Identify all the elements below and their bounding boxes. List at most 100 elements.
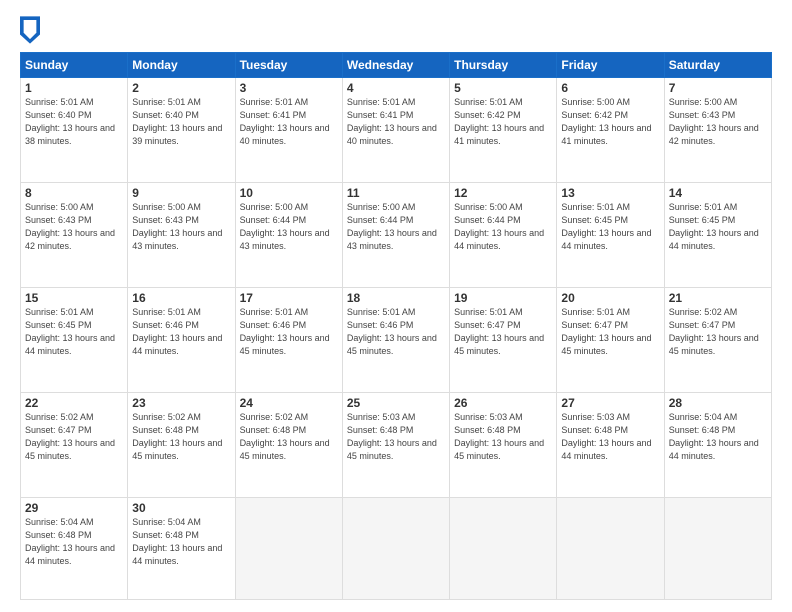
calendar-cell: 19Sunrise: 5:01 AMSunset: 6:47 PMDayligh…: [450, 287, 557, 392]
day-number: 23: [132, 396, 230, 410]
day-info: Sunrise: 5:00 AMSunset: 6:42 PMDaylight:…: [561, 96, 659, 148]
day-info: Sunrise: 5:00 AMSunset: 6:43 PMDaylight:…: [669, 96, 767, 148]
page: SundayMondayTuesdayWednesdayThursdayFrid…: [0, 0, 792, 612]
day-info: Sunrise: 5:02 AMSunset: 6:47 PMDaylight:…: [669, 306, 767, 358]
calendar-cell: 6Sunrise: 5:00 AMSunset: 6:42 PMDaylight…: [557, 78, 664, 183]
calendar-cell: 8Sunrise: 5:00 AMSunset: 6:43 PMDaylight…: [21, 182, 128, 287]
day-info: Sunrise: 5:00 AMSunset: 6:44 PMDaylight:…: [347, 201, 445, 253]
calendar-table: SundayMondayTuesdayWednesdayThursdayFrid…: [20, 52, 772, 600]
calendar-cell: [664, 497, 771, 599]
calendar-cell: 2Sunrise: 5:01 AMSunset: 6:40 PMDaylight…: [128, 78, 235, 183]
day-number: 5: [454, 81, 552, 95]
day-info: Sunrise: 5:03 AMSunset: 6:48 PMDaylight:…: [347, 411, 445, 463]
calendar-cell: 28Sunrise: 5:04 AMSunset: 6:48 PMDayligh…: [664, 392, 771, 497]
day-info: Sunrise: 5:01 AMSunset: 6:47 PMDaylight:…: [454, 306, 552, 358]
day-number: 26: [454, 396, 552, 410]
weekday-header: Saturday: [664, 53, 771, 78]
day-number: 28: [669, 396, 767, 410]
day-number: 15: [25, 291, 123, 305]
day-info: Sunrise: 5:04 AMSunset: 6:48 PMDaylight:…: [669, 411, 767, 463]
calendar-cell: 27Sunrise: 5:03 AMSunset: 6:48 PMDayligh…: [557, 392, 664, 497]
day-number: 13: [561, 186, 659, 200]
calendar-cell: [557, 497, 664, 599]
calendar-cell: 29Sunrise: 5:04 AMSunset: 6:48 PMDayligh…: [21, 497, 128, 599]
day-info: Sunrise: 5:01 AMSunset: 6:40 PMDaylight:…: [25, 96, 123, 148]
calendar-cell: 12Sunrise: 5:00 AMSunset: 6:44 PMDayligh…: [450, 182, 557, 287]
day-info: Sunrise: 5:01 AMSunset: 6:45 PMDaylight:…: [25, 306, 123, 358]
day-number: 17: [240, 291, 338, 305]
logo-icon: [20, 16, 40, 44]
calendar-cell: 18Sunrise: 5:01 AMSunset: 6:46 PMDayligh…: [342, 287, 449, 392]
weekday-header: Wednesday: [342, 53, 449, 78]
day-number: 4: [347, 81, 445, 95]
calendar-cell: 11Sunrise: 5:00 AMSunset: 6:44 PMDayligh…: [342, 182, 449, 287]
day-number: 25: [347, 396, 445, 410]
calendar-cell: 13Sunrise: 5:01 AMSunset: 6:45 PMDayligh…: [557, 182, 664, 287]
calendar-cell: 21Sunrise: 5:02 AMSunset: 6:47 PMDayligh…: [664, 287, 771, 392]
day-number: 8: [25, 186, 123, 200]
day-info: Sunrise: 5:00 AMSunset: 6:43 PMDaylight:…: [25, 201, 123, 253]
day-number: 27: [561, 396, 659, 410]
day-number: 29: [25, 501, 123, 515]
calendar-cell: 17Sunrise: 5:01 AMSunset: 6:46 PMDayligh…: [235, 287, 342, 392]
weekday-header: Sunday: [21, 53, 128, 78]
calendar-cell: 23Sunrise: 5:02 AMSunset: 6:48 PMDayligh…: [128, 392, 235, 497]
calendar-cell: [342, 497, 449, 599]
weekday-header: Monday: [128, 53, 235, 78]
calendar-cell: 3Sunrise: 5:01 AMSunset: 6:41 PMDaylight…: [235, 78, 342, 183]
calendar-cell: 22Sunrise: 5:02 AMSunset: 6:47 PMDayligh…: [21, 392, 128, 497]
calendar-cell: 15Sunrise: 5:01 AMSunset: 6:45 PMDayligh…: [21, 287, 128, 392]
calendar-cell: 30Sunrise: 5:04 AMSunset: 6:48 PMDayligh…: [128, 497, 235, 599]
day-info: Sunrise: 5:04 AMSunset: 6:48 PMDaylight:…: [25, 516, 123, 568]
weekday-header: Thursday: [450, 53, 557, 78]
day-number: 7: [669, 81, 767, 95]
day-info: Sunrise: 5:01 AMSunset: 6:41 PMDaylight:…: [240, 96, 338, 148]
day-info: Sunrise: 5:02 AMSunset: 6:48 PMDaylight:…: [132, 411, 230, 463]
day-number: 3: [240, 81, 338, 95]
day-number: 21: [669, 291, 767, 305]
day-number: 2: [132, 81, 230, 95]
day-number: 9: [132, 186, 230, 200]
calendar-cell: 20Sunrise: 5:01 AMSunset: 6:47 PMDayligh…: [557, 287, 664, 392]
day-info: Sunrise: 5:00 AMSunset: 6:44 PMDaylight:…: [240, 201, 338, 253]
calendar-cell: 24Sunrise: 5:02 AMSunset: 6:48 PMDayligh…: [235, 392, 342, 497]
day-info: Sunrise: 5:01 AMSunset: 6:41 PMDaylight:…: [347, 96, 445, 148]
day-info: Sunrise: 5:02 AMSunset: 6:48 PMDaylight:…: [240, 411, 338, 463]
day-number: 19: [454, 291, 552, 305]
day-info: Sunrise: 5:00 AMSunset: 6:44 PMDaylight:…: [454, 201, 552, 253]
day-info: Sunrise: 5:01 AMSunset: 6:40 PMDaylight:…: [132, 96, 230, 148]
day-number: 22: [25, 396, 123, 410]
day-info: Sunrise: 5:03 AMSunset: 6:48 PMDaylight:…: [454, 411, 552, 463]
day-info: Sunrise: 5:01 AMSunset: 6:45 PMDaylight:…: [561, 201, 659, 253]
logo: [20, 16, 44, 44]
calendar-cell: 5Sunrise: 5:01 AMSunset: 6:42 PMDaylight…: [450, 78, 557, 183]
header: [20, 16, 772, 44]
day-info: Sunrise: 5:03 AMSunset: 6:48 PMDaylight:…: [561, 411, 659, 463]
day-number: 30: [132, 501, 230, 515]
day-number: 1: [25, 81, 123, 95]
day-number: 10: [240, 186, 338, 200]
day-number: 12: [454, 186, 552, 200]
day-info: Sunrise: 5:01 AMSunset: 6:42 PMDaylight:…: [454, 96, 552, 148]
day-info: Sunrise: 5:01 AMSunset: 6:46 PMDaylight:…: [132, 306, 230, 358]
calendar-cell: [235, 497, 342, 599]
day-info: Sunrise: 5:02 AMSunset: 6:47 PMDaylight:…: [25, 411, 123, 463]
calendar-cell: 7Sunrise: 5:00 AMSunset: 6:43 PMDaylight…: [664, 78, 771, 183]
day-number: 24: [240, 396, 338, 410]
calendar-cell: 16Sunrise: 5:01 AMSunset: 6:46 PMDayligh…: [128, 287, 235, 392]
day-number: 14: [669, 186, 767, 200]
day-number: 20: [561, 291, 659, 305]
day-number: 11: [347, 186, 445, 200]
calendar-cell: 1Sunrise: 5:01 AMSunset: 6:40 PMDaylight…: [21, 78, 128, 183]
day-info: Sunrise: 5:01 AMSunset: 6:47 PMDaylight:…: [561, 306, 659, 358]
calendar-cell: 14Sunrise: 5:01 AMSunset: 6:45 PMDayligh…: [664, 182, 771, 287]
day-info: Sunrise: 5:04 AMSunset: 6:48 PMDaylight:…: [132, 516, 230, 568]
calendar-cell: 9Sunrise: 5:00 AMSunset: 6:43 PMDaylight…: [128, 182, 235, 287]
day-number: 18: [347, 291, 445, 305]
calendar-cell: 25Sunrise: 5:03 AMSunset: 6:48 PMDayligh…: [342, 392, 449, 497]
weekday-header: Friday: [557, 53, 664, 78]
day-number: 6: [561, 81, 659, 95]
day-info: Sunrise: 5:01 AMSunset: 6:45 PMDaylight:…: [669, 201, 767, 253]
calendar-cell: 4Sunrise: 5:01 AMSunset: 6:41 PMDaylight…: [342, 78, 449, 183]
weekday-header: Tuesday: [235, 53, 342, 78]
